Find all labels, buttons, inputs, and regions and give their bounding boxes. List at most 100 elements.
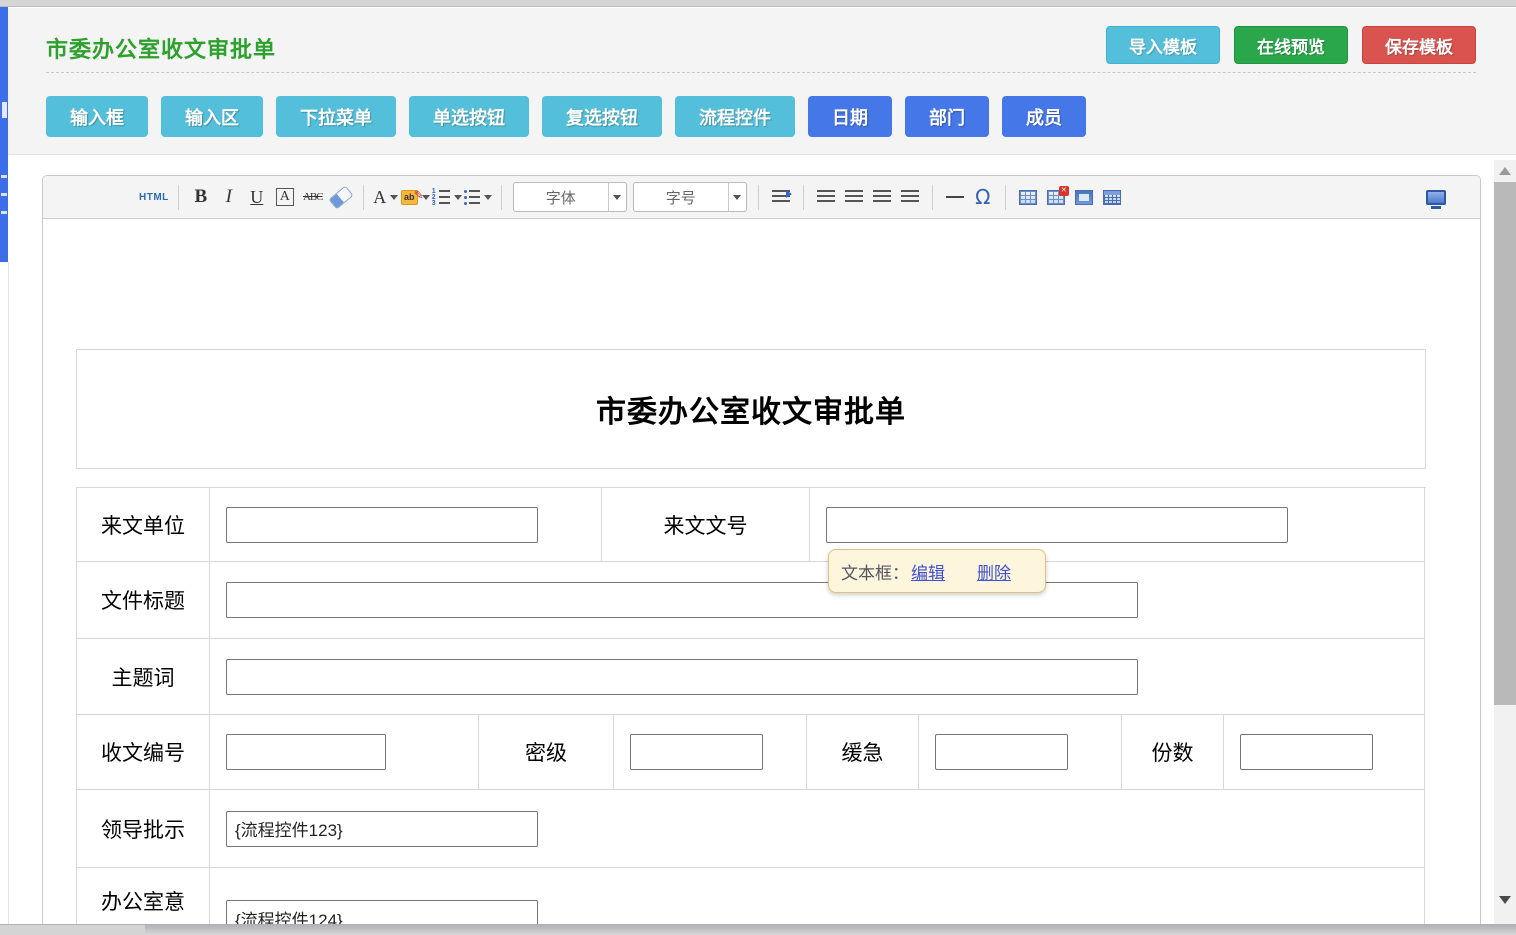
cell-subject-words bbox=[210, 639, 1425, 715]
page-title: 市委办公室收文审批单 bbox=[46, 32, 276, 64]
horizontal-scrollbar-thumb[interactable] bbox=[0, 925, 145, 935]
leader-comments-input[interactable] bbox=[226, 811, 538, 847]
label-receipt-number: 收文编号 bbox=[77, 715, 210, 790]
special-char-button[interactable]: Ω bbox=[970, 183, 996, 211]
cell-doc-title bbox=[210, 562, 1425, 639]
italic-button[interactable]: I bbox=[216, 183, 242, 211]
label-leader-comments: 领导批示 bbox=[77, 790, 210, 868]
source-code-button[interactable]: HTML bbox=[139, 183, 169, 211]
underline-button[interactable]: U bbox=[244, 183, 270, 211]
copies-input[interactable] bbox=[1240, 734, 1373, 770]
cell-leader-comments bbox=[210, 790, 1425, 868]
bold-button[interactable]: B bbox=[188, 183, 214, 211]
unordered-list-icon bbox=[464, 190, 480, 205]
dock-fragment-icon bbox=[1, 211, 7, 214]
align-right-button[interactable] bbox=[869, 183, 895, 211]
incoming-unit-input[interactable] bbox=[226, 507, 538, 543]
align-left-icon bbox=[817, 190, 835, 204]
left-dock-strip bbox=[0, 7, 8, 262]
editor-toolbar: HTML B I U A ABC A ab 1 2 3 bbox=[43, 176, 1480, 219]
window-top-edge bbox=[0, 0, 1516, 7]
cell-copies bbox=[1224, 715, 1425, 790]
cell-security-level bbox=[614, 715, 807, 790]
component-flow-control-button[interactable]: 流程控件 bbox=[675, 96, 795, 137]
component-date-button[interactable]: 日期 bbox=[808, 96, 892, 137]
component-member-button[interactable]: 成员 bbox=[1002, 96, 1086, 137]
font-size-select[interactable]: 字号 bbox=[633, 182, 747, 212]
horizontal-rule-button[interactable] bbox=[942, 183, 968, 211]
horizontal-scrollbar[interactable] bbox=[0, 924, 1516, 935]
online-preview-button[interactable]: 在线预览 bbox=[1234, 26, 1348, 64]
table-properties-button[interactable] bbox=[1071, 183, 1097, 211]
editor-canvas[interactable]: 市委办公室收文审批单 来文单位 来文文号 文件标题 bbox=[43, 219, 1480, 935]
form-title: 市委办公室收文审批单 bbox=[596, 387, 906, 431]
align-left-button[interactable] bbox=[813, 183, 839, 211]
remove-format-button[interactable] bbox=[328, 183, 354, 211]
component-textarea-button[interactable]: 输入区 bbox=[161, 96, 263, 137]
delete-control-link[interactable]: 删除 bbox=[977, 559, 1011, 584]
subject-words-input[interactable] bbox=[226, 659, 1138, 695]
vertical-scrollbar-thumb[interactable] bbox=[1494, 182, 1516, 705]
component-button-bar: 输入框 输入区 下拉菜单 单选按钮 复选按钮 流程控件 日期 部门 成员 bbox=[46, 96, 1086, 137]
align-justify-icon bbox=[901, 190, 919, 204]
fullscreen-button[interactable] bbox=[1423, 183, 1449, 211]
table-icon bbox=[1019, 190, 1037, 205]
save-template-button[interactable]: 保存模板 bbox=[1362, 26, 1476, 64]
cell-incoming-unit bbox=[210, 488, 602, 562]
left-edge-divider bbox=[8, 262, 9, 935]
align-center-button[interactable] bbox=[841, 183, 867, 211]
label-doc-number: 来文文号 bbox=[602, 488, 810, 562]
table-row: 来文单位 来文文号 bbox=[77, 488, 1425, 562]
receipt-number-input[interactable] bbox=[226, 734, 386, 770]
delete-table-button[interactable] bbox=[1043, 183, 1069, 211]
table-delete-icon bbox=[1047, 190, 1065, 205]
doc-number-input[interactable] bbox=[826, 507, 1288, 543]
control-edit-tooltip: 文本框： 编辑 删除 bbox=[828, 549, 1046, 593]
dock-fragment-icon bbox=[2, 102, 7, 118]
header-divider bbox=[46, 72, 1476, 73]
component-dropdown-button[interactable]: 下拉菜单 bbox=[276, 96, 396, 137]
toolbar-separator bbox=[363, 185, 364, 210]
chevron-down-icon bbox=[454, 195, 462, 200]
font-family-select[interactable]: 字体 bbox=[513, 182, 627, 212]
vertical-scrollbar[interactable] bbox=[1494, 160, 1516, 935]
toolbar-separator bbox=[178, 185, 179, 210]
component-checkbox-button[interactable]: 复选按钮 bbox=[542, 96, 662, 137]
insert-table-button[interactable] bbox=[1015, 183, 1041, 211]
import-template-button[interactable]: 导入模板 bbox=[1106, 26, 1220, 64]
security-level-input[interactable] bbox=[630, 734, 763, 770]
eraser-icon bbox=[328, 185, 353, 209]
ordered-list-icon: 1 2 3 bbox=[432, 190, 450, 205]
toolbar-separator bbox=[501, 185, 502, 210]
strikethrough-button[interactable]: ABC bbox=[300, 183, 326, 211]
indent-icon bbox=[772, 190, 790, 204]
font-color-button[interactable]: A bbox=[373, 183, 399, 211]
toolbar-separator bbox=[1005, 185, 1006, 210]
monitor-icon bbox=[1426, 190, 1446, 205]
rich-text-editor: HTML B I U A ABC A ab 1 2 3 bbox=[42, 175, 1481, 935]
component-radio-button[interactable]: 单选按钮 bbox=[409, 96, 529, 137]
scroll-down-arrow[interactable] bbox=[1494, 891, 1516, 909]
component-input-box-button[interactable]: 输入框 bbox=[46, 96, 148, 137]
template-designer-header: 市委办公室收文审批单 导入模板 在线预览 保存模板 输入框 输入区 下拉菜单 单… bbox=[8, 8, 1516, 155]
label-urgency: 缓急 bbox=[807, 715, 919, 790]
ordered-list-button[interactable]: 1 2 3 bbox=[432, 183, 462, 211]
unordered-list-button[interactable] bbox=[464, 183, 492, 211]
scroll-up-arrow[interactable] bbox=[1494, 162, 1516, 180]
cell-urgency bbox=[919, 715, 1122, 790]
cell-receipt-number bbox=[210, 715, 479, 790]
label-security-level: 密级 bbox=[479, 715, 614, 790]
highlight-icon: ab bbox=[401, 190, 418, 205]
chevron-down-icon bbox=[728, 183, 746, 211]
urgency-input[interactable] bbox=[935, 734, 1068, 770]
tooltip-label: 文本框： bbox=[841, 559, 909, 584]
indent-button[interactable] bbox=[768, 183, 794, 211]
edit-control-link[interactable]: 编辑 bbox=[911, 559, 945, 584]
dock-fragment-icon bbox=[1, 175, 7, 178]
cell-properties-button[interactable] bbox=[1099, 183, 1125, 211]
align-justify-button[interactable] bbox=[897, 183, 923, 211]
component-department-button[interactable]: 部门 bbox=[905, 96, 989, 137]
table-cells-icon bbox=[1103, 190, 1121, 205]
highlight-color-button[interactable]: ab bbox=[401, 183, 430, 211]
format-box-button[interactable]: A bbox=[272, 183, 298, 211]
